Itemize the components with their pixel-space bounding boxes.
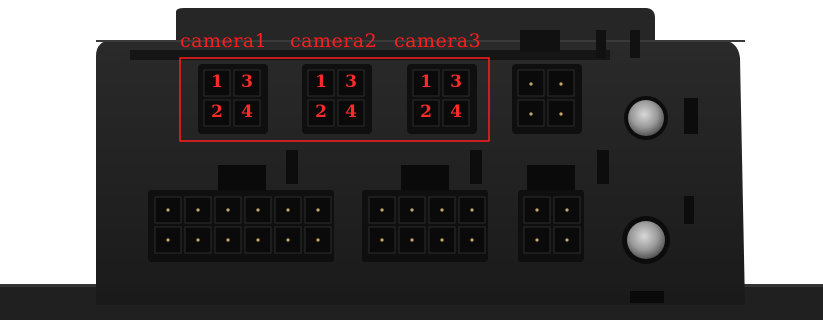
camera3-pin-3: 3	[450, 72, 462, 92]
lower-knob	[627, 221, 665, 259]
aux-connector	[512, 64, 582, 134]
camera2-pin-1: 1	[315, 72, 327, 92]
connector-8pin	[362, 190, 488, 262]
camera1-pin-4: 4	[241, 102, 253, 122]
camera1-pin-1: 1	[211, 72, 223, 92]
camera3-pin-2: 2	[420, 102, 432, 122]
camera2-pin-4: 4	[345, 102, 357, 122]
camera2-label: camera2	[290, 30, 378, 52]
connector-4pin-lower	[518, 190, 584, 262]
camera1-pin-3: 3	[241, 72, 253, 92]
device-connector-panel: camera1 camera2 camera3 1 3 2 4 1 3 2 4 …	[0, 0, 823, 320]
camera3-pin-4: 4	[450, 102, 462, 122]
camera2-pin-3: 3	[345, 72, 357, 92]
upper-knob	[628, 100, 664, 136]
camera1-pin-2: 2	[211, 102, 223, 122]
camera3-label: camera3	[394, 30, 482, 52]
connector-12pin	[148, 190, 334, 262]
camera1-label: camera1	[180, 30, 268, 52]
camera3-pin-1: 1	[420, 72, 432, 92]
camera2-pin-2: 2	[315, 102, 327, 122]
